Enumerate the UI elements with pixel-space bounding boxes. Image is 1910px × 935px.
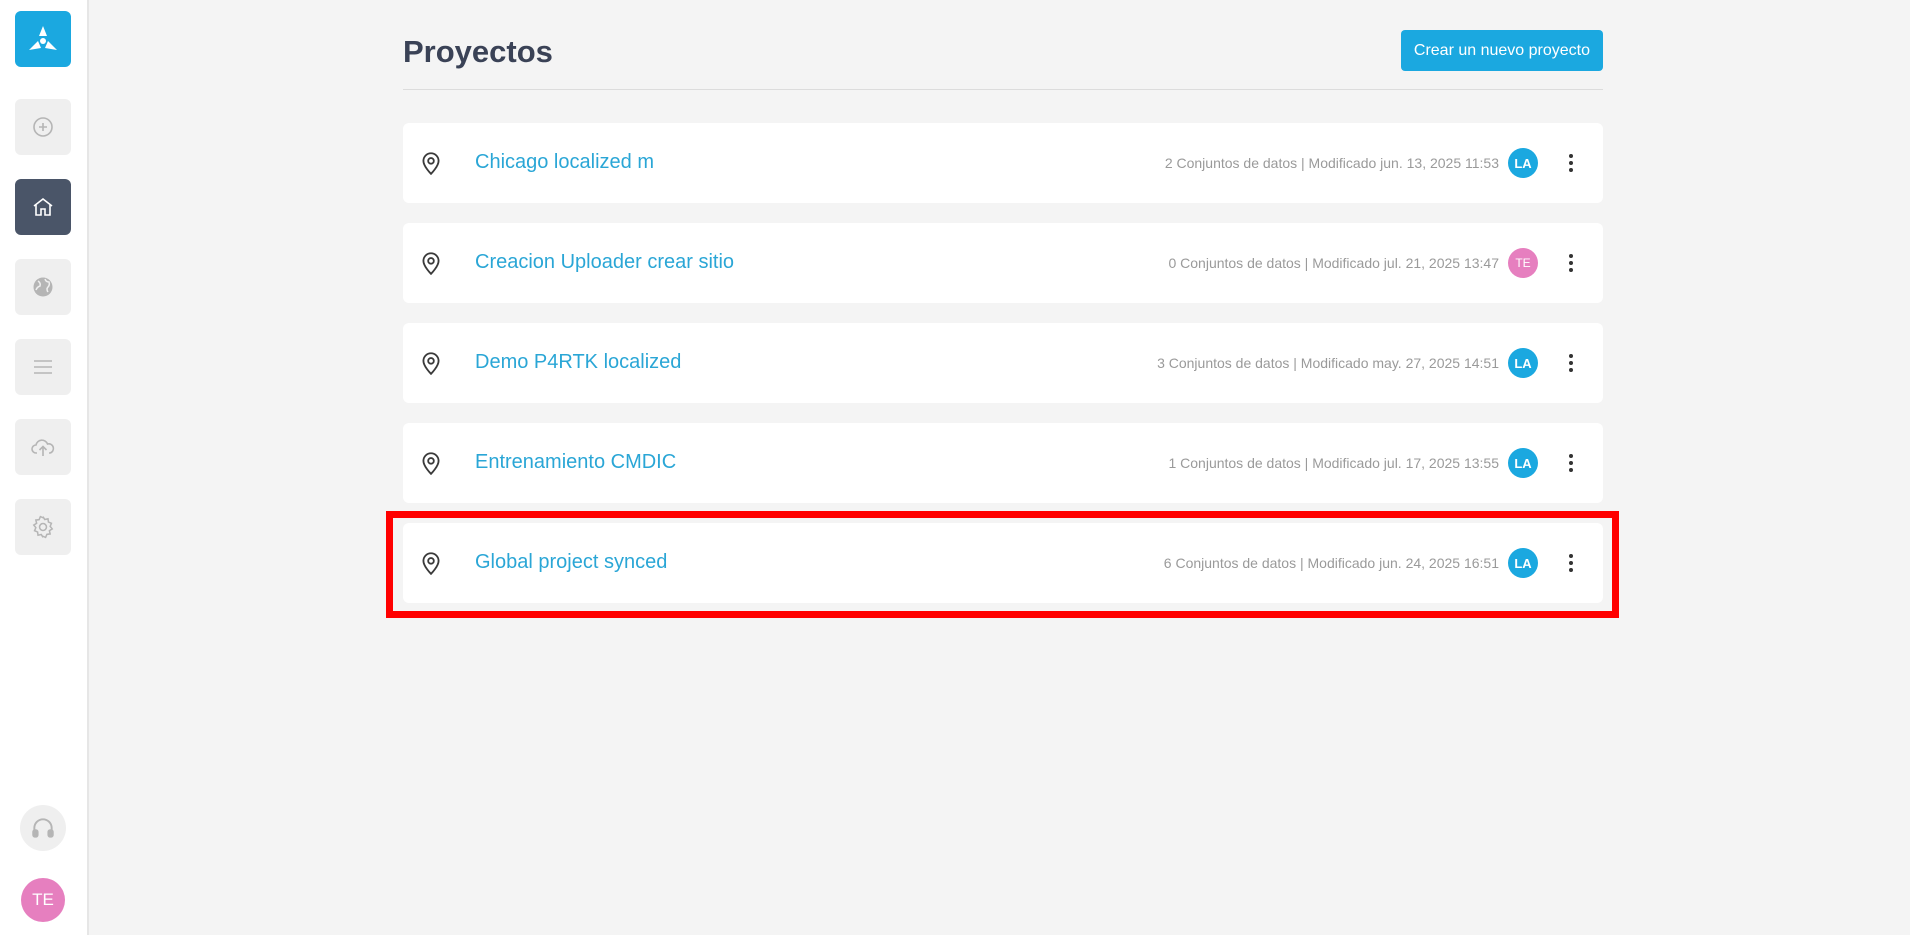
map-pin-icon bbox=[422, 152, 440, 176]
project-row[interactable]: Demo P4RTK localized 3 Conjuntos de dato… bbox=[403, 323, 1603, 403]
project-name-link[interactable]: Entrenamiento CMDIC bbox=[475, 451, 676, 474]
kebab-dot bbox=[1569, 361, 1573, 365]
kebab-dot bbox=[1569, 261, 1573, 265]
kebab-dot bbox=[1569, 561, 1573, 565]
project-row[interactable]: Chicago localized m 2 Conjuntos de datos… bbox=[403, 123, 1603, 203]
gear-icon bbox=[32, 515, 54, 539]
sidebar: TE bbox=[0, 0, 89, 935]
project-row[interactable]: Entrenamiento CMDIC 1 Conjuntos de datos… bbox=[403, 423, 1603, 503]
brand-logo[interactable] bbox=[15, 11, 71, 67]
map-pin-icon bbox=[422, 452, 440, 476]
project-name-link[interactable]: Chicago localized m bbox=[475, 151, 654, 174]
kebab-dot bbox=[1569, 161, 1573, 165]
kebab-dot bbox=[1569, 368, 1573, 372]
kebab-dot bbox=[1569, 468, 1573, 472]
owner-avatar: LA bbox=[1508, 548, 1538, 578]
owner-avatar: TE bbox=[1508, 248, 1538, 278]
plus-circle-icon bbox=[33, 117, 53, 137]
map-pin-icon bbox=[422, 352, 440, 376]
kebab-dot bbox=[1569, 554, 1573, 558]
create-new-project-button[interactable]: Crear un nuevo proyecto bbox=[1400, 30, 1603, 71]
kebab-dot bbox=[1569, 154, 1573, 158]
nav-list-button[interactable] bbox=[15, 339, 71, 395]
more-options-button[interactable] bbox=[1561, 448, 1581, 478]
page-title: Proyectos bbox=[403, 34, 553, 69]
user-avatar[interactable]: TE bbox=[21, 878, 65, 922]
owner-avatar: LA bbox=[1508, 348, 1538, 378]
project-row-highlighted[interactable]: Global project synced 6 Conjuntos de dat… bbox=[403, 523, 1603, 603]
globe-icon bbox=[33, 277, 53, 297]
kebab-dot bbox=[1569, 254, 1573, 258]
headset-icon bbox=[32, 818, 54, 838]
kebab-dot bbox=[1569, 454, 1573, 458]
support-button[interactable] bbox=[20, 805, 66, 851]
more-options-button[interactable] bbox=[1561, 248, 1581, 278]
project-meta: 2 Conjuntos de datos | Modificado jun. 1… bbox=[1164, 155, 1499, 171]
map-pin-icon bbox=[422, 252, 440, 276]
cloud-upload-icon bbox=[31, 439, 55, 456]
project-list: Chicago localized m 2 Conjuntos de datos… bbox=[403, 123, 1603, 623]
nav-settings-button[interactable] bbox=[15, 499, 71, 555]
kebab-dot bbox=[1569, 354, 1573, 358]
kebab-dot bbox=[1569, 168, 1573, 172]
project-meta: 1 Conjuntos de datos | Modificado jul. 1… bbox=[1168, 455, 1499, 471]
project-row[interactable]: Creacion Uploader crear sitio 0 Conjunto… bbox=[403, 223, 1603, 303]
project-name-link[interactable]: Demo P4RTK localized bbox=[475, 351, 681, 374]
more-options-button[interactable] bbox=[1561, 548, 1581, 578]
owner-initials: LA bbox=[1514, 155, 1532, 171]
kebab-dot bbox=[1569, 268, 1573, 272]
owner-initials: LA bbox=[1514, 455, 1532, 471]
project-meta: 3 Conjuntos de datos | Modificado may. 2… bbox=[1157, 355, 1499, 371]
user-initials: TE bbox=[32, 890, 54, 909]
map-pin-icon bbox=[422, 552, 440, 576]
nav-home-button[interactable] bbox=[15, 179, 71, 235]
project-name-link[interactable]: Global project synced bbox=[475, 551, 667, 574]
project-meta: 6 Conjuntos de datos | Modificado jun. 2… bbox=[1163, 555, 1499, 571]
owner-avatar: LA bbox=[1508, 148, 1538, 178]
kebab-dot bbox=[1569, 461, 1573, 465]
owner-initials: TE bbox=[1515, 256, 1531, 270]
tri-blade-logo-icon bbox=[29, 26, 57, 50]
home-icon bbox=[33, 197, 53, 216]
page-header: Proyectos Crear un nuevo proyecto bbox=[403, 20, 1603, 90]
nav-upload-button[interactable] bbox=[15, 419, 71, 475]
nav-globe-button[interactable] bbox=[15, 259, 71, 315]
more-options-button[interactable] bbox=[1561, 348, 1581, 378]
project-meta: 0 Conjuntos de datos | Modificado jul. 2… bbox=[1168, 255, 1499, 271]
nav-add-button[interactable] bbox=[15, 99, 71, 155]
list-icon bbox=[34, 360, 52, 374]
owner-avatar: LA bbox=[1508, 448, 1538, 478]
more-options-button[interactable] bbox=[1561, 148, 1581, 178]
owner-initials: LA bbox=[1514, 555, 1532, 571]
project-name-link[interactable]: Creacion Uploader crear sitio bbox=[475, 251, 734, 274]
kebab-dot bbox=[1569, 568, 1573, 572]
owner-initials: LA bbox=[1514, 355, 1532, 371]
